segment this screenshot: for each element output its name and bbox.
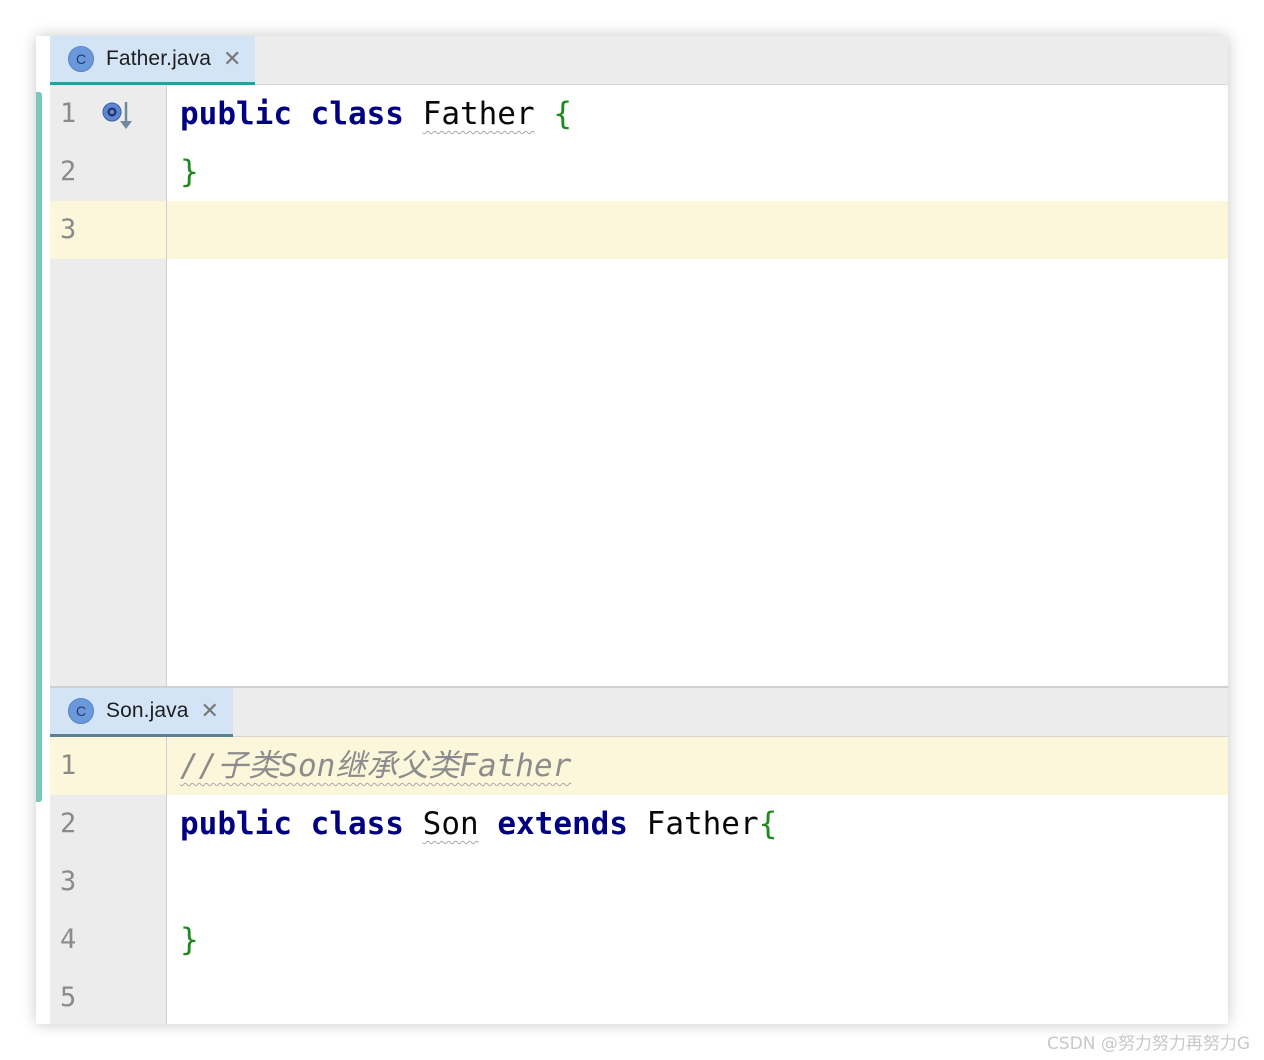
tab-son-java[interactable]: C Son.java ✕ xyxy=(50,688,233,738)
code-token: } xyxy=(180,922,199,958)
code-token: { xyxy=(553,96,572,132)
gutter-line: 2 xyxy=(50,795,166,853)
code-line[interactable]: //子类Son继承父类Father xyxy=(167,737,1228,795)
line-number: 1 xyxy=(60,750,77,781)
close-icon[interactable]: ✕ xyxy=(201,700,219,722)
editor-pane-top: C Father.java ✕ 1 2 3 public class Father … xyxy=(50,36,1228,686)
code-line[interactable]: public class Son extends Father{ xyxy=(167,795,1228,853)
gutter-line: 1 xyxy=(50,737,166,795)
tab-father-java[interactable]: C Father.java ✕ xyxy=(50,36,256,86)
close-icon[interactable]: ✕ xyxy=(223,48,241,70)
code-area[interactable]: //子类Son继承父类Father public class Son extend… xyxy=(167,737,1228,1024)
code-token: } xyxy=(180,154,199,190)
line-number: 3 xyxy=(60,214,77,245)
code-line[interactable] xyxy=(167,201,1228,259)
line-number: 3 xyxy=(60,866,77,897)
gutter-line: 3 xyxy=(50,853,166,911)
tab-label: Father.java xyxy=(106,47,211,70)
line-number: 1 xyxy=(60,98,77,129)
code-token: public xyxy=(180,806,292,842)
tab-label: Son.java xyxy=(106,699,189,722)
line-gutter: 1 2 3 4 5 xyxy=(50,737,167,1024)
code-token: Son xyxy=(422,806,479,842)
gutter-line: 3 xyxy=(50,201,166,259)
code-editor[interactable]: 1 2 3 4 5 //子类Son继承父类Father public class Son … xyxy=(50,737,1228,1024)
gutter-line: 1 xyxy=(50,85,166,143)
code-token: Father xyxy=(646,806,759,842)
line-number: 5 xyxy=(60,982,77,1013)
line-number: 2 xyxy=(60,156,77,187)
implemented-down-arrow-icon[interactable] xyxy=(102,100,132,130)
code-line[interactable] xyxy=(167,969,1228,1024)
change-marker-stripe xyxy=(36,92,42,802)
line-number: 4 xyxy=(60,924,77,955)
code-token: extends xyxy=(497,806,628,842)
gutter-line: 4 xyxy=(50,911,166,969)
code-area[interactable]: public class Father {} xyxy=(167,85,1228,686)
code-line[interactable] xyxy=(167,853,1228,911)
code-token: class xyxy=(310,806,404,842)
watermark: CSDN @努力努力再努力G xyxy=(1046,1034,1250,1054)
code-token: { xyxy=(758,806,778,842)
ide-window: C Father.java ✕ 1 2 3 public class Father … xyxy=(36,36,1228,1024)
editor-pane-bottom: C Son.java ✕ 1 2 3 4 5 //子类Son继承父类Father publ… xyxy=(50,688,1228,1024)
code-line[interactable]: } xyxy=(167,911,1228,969)
code-token: public xyxy=(180,96,292,132)
code-line[interactable]: } xyxy=(167,143,1228,201)
code-editor[interactable]: 1 2 3 public class Father {} xyxy=(50,85,1228,686)
code-token: class xyxy=(310,96,404,132)
line-gutter: 1 2 3 xyxy=(50,85,167,686)
code-token: //子类Son继承父类Father xyxy=(180,748,572,784)
tab-bar: C Father.java ✕ xyxy=(50,36,1228,86)
class-icon: C xyxy=(68,46,94,72)
code-token: Father xyxy=(422,96,535,132)
tab-bar: C Son.java ✕ xyxy=(50,688,1228,738)
gutter-line: 5 xyxy=(50,969,166,1024)
code-line[interactable]: public class Father { xyxy=(167,85,1228,143)
gutter-line: 2 xyxy=(50,143,166,201)
line-number: 2 xyxy=(60,808,77,839)
class-icon: C xyxy=(68,698,94,724)
